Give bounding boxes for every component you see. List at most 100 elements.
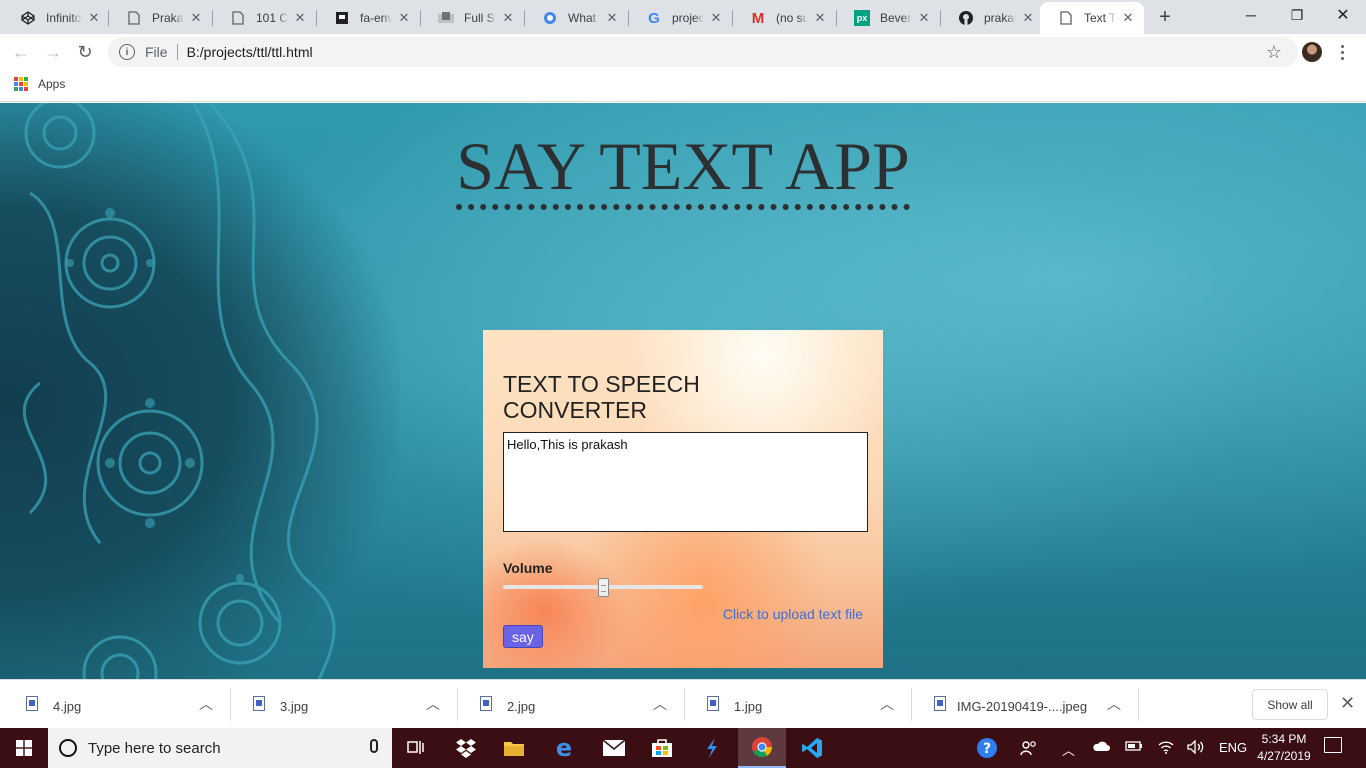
volume-slider-thumb[interactable]	[597, 578, 609, 597]
tab-gmail[interactable]: M (no sub ✕	[732, 2, 836, 34]
apps-grid-icon	[14, 77, 28, 91]
app-title-text: SAY TEXT APP	[456, 128, 910, 210]
page-title: SAY TEXT APP	[0, 127, 1366, 210]
new-tab-button[interactable]: +	[1152, 4, 1178, 30]
close-icon[interactable]: ✕	[1120, 10, 1136, 26]
close-icon[interactable]: ✕	[86, 10, 102, 26]
close-icon[interactable]: ✕	[1020, 10, 1036, 26]
svg-text:?: ?	[983, 741, 991, 757]
reload-button[interactable]: ↻	[71, 38, 99, 66]
taskbar-search-input[interactable]: Type here to search	[48, 728, 392, 768]
close-icon[interactable]: ✕	[916, 10, 932, 26]
chrome-icon[interactable]	[738, 728, 786, 768]
download-filename: IMG-20190419-....jpeg	[957, 699, 1088, 714]
browser-toolbar: ← → ↻ i File B:/projects/ttl/ttl.html ☆	[0, 34, 1366, 70]
forward-button[interactable]: →	[39, 38, 67, 66]
maximize-button[interactable]: ❐	[1274, 0, 1320, 30]
apps-bookmark[interactable]: Apps	[14, 77, 65, 91]
window-close-button[interactable]: ✕	[1320, 0, 1366, 30]
avatar[interactable]	[1302, 42, 1322, 62]
tab-project[interactable]: G project ✕	[628, 2, 732, 34]
close-icon[interactable]: ✕	[812, 10, 828, 26]
task-view-icon[interactable]	[392, 728, 440, 768]
tab-fa-envelope[interactable]: fa-enve ✕	[316, 2, 420, 34]
tab-title: fa-enve	[360, 11, 392, 25]
close-icon[interactable]: ✕	[188, 10, 204, 26]
microphone-icon[interactable]	[370, 739, 378, 753]
onedrive-icon[interactable]	[1092, 740, 1110, 755]
sourcetree-icon[interactable]	[688, 728, 736, 768]
tab-title: project	[672, 11, 704, 25]
chevron-up-icon[interactable]: ︿	[426, 694, 440, 714]
star-icon[interactable]: ☆	[1266, 42, 1282, 63]
close-icon[interactable]: ✕	[396, 10, 412, 26]
close-icon[interactable]: ✕	[292, 10, 308, 26]
tab-prakash[interactable]: Prakash ✕	[108, 2, 212, 34]
tab-title: Text To	[1084, 11, 1116, 25]
volume-icon[interactable]	[1187, 739, 1205, 757]
url-scheme: File	[145, 44, 168, 60]
close-icon[interactable]: ✕	[708, 10, 724, 26]
tab-title: Full Sta	[464, 11, 496, 25]
say-button[interactable]: say	[503, 625, 543, 648]
input-language[interactable]: ENG	[1219, 740, 1247, 755]
minimize-button[interactable]: ─	[1228, 0, 1274, 30]
tab-text-to-speech[interactable]: Text To ✕	[1040, 2, 1144, 34]
circle-icon	[542, 10, 558, 26]
image-file-icon	[480, 696, 492, 711]
wifi-icon[interactable]	[1157, 740, 1175, 757]
dropbox-icon[interactable]	[442, 728, 490, 768]
divider	[1138, 688, 1139, 721]
tab-full-stack[interactable]: Full Sta ✕	[420, 2, 524, 34]
tab-what-a[interactable]: What a ✕	[524, 2, 628, 34]
help-icon[interactable]: ?	[976, 737, 998, 762]
vscode-icon[interactable]	[788, 728, 836, 768]
store-icon[interactable]	[638, 728, 686, 768]
download-item[interactable]: IMG-20190419-....jpeg ︿	[912, 680, 1139, 729]
volume-label: Volume	[503, 560, 553, 576]
mail-icon[interactable]	[590, 728, 638, 768]
windows-start-icon[interactable]	[0, 728, 48, 768]
search-placeholder: Type here to search	[88, 739, 221, 757]
download-item[interactable]: 4.jpg ︿	[4, 680, 231, 729]
tab-title: What a	[568, 11, 600, 25]
close-icon[interactable]: ✕	[500, 10, 516, 26]
upload-text-file-link[interactable]: Click to upload text file	[723, 606, 863, 622]
download-item[interactable]: 3.jpg ︿	[231, 680, 458, 729]
chevron-up-icon[interactable]: ︿	[199, 694, 213, 714]
page-icon	[126, 10, 142, 26]
bookmarks-bar: Apps	[0, 70, 1366, 102]
gmail-icon: M	[751, 9, 765, 27]
info-icon[interactable]: i	[119, 44, 135, 60]
chevron-up-icon[interactable]: ︿	[653, 694, 667, 714]
download-item[interactable]: 1.jpg ︿	[685, 680, 912, 729]
battery-icon[interactable]	[1125, 740, 1143, 755]
url-text[interactable]: B:/projects/ttl/ttl.html	[187, 44, 313, 60]
back-button[interactable]: ←	[7, 38, 35, 66]
system-clock[interactable]: 5:34 PM 4/27/2019	[1246, 731, 1322, 765]
download-item[interactable]: 2.jpg ︿	[458, 680, 685, 729]
file-explorer-icon[interactable]	[490, 728, 538, 768]
show-all-button[interactable]: Show all	[1252, 689, 1328, 720]
close-icon[interactable]: ✕	[1340, 693, 1355, 714]
tab-101-cat[interactable]: 101 Cat ✕	[212, 2, 316, 34]
speech-text-input[interactable]: Hello,This is prakash	[503, 432, 868, 532]
close-icon[interactable]: ✕	[604, 10, 620, 26]
more-menu-icon[interactable]	[1338, 40, 1346, 64]
chevron-up-icon[interactable]: ︿	[880, 694, 894, 714]
chevron-up-icon[interactable]: ︿	[1062, 740, 1075, 759]
tab-github[interactable]: prakash ✕	[940, 2, 1044, 34]
image-file-icon	[934, 696, 946, 711]
tab-title: Infinito	[46, 11, 82, 25]
image-file-icon	[707, 696, 719, 711]
page-icon	[230, 10, 246, 26]
tab-infinito[interactable]: Infinito ✕	[2, 2, 110, 34]
chevron-up-icon[interactable]: ︿	[1107, 694, 1121, 714]
tab-beverage[interactable]: px Beverag ✕	[836, 2, 940, 34]
google-icon: G	[648, 9, 660, 27]
people-icon[interactable]	[1020, 740, 1038, 759]
tab-title: Prakash	[152, 11, 184, 25]
address-bar[interactable]: i File B:/projects/ttl/ttl.html ☆	[108, 37, 1298, 67]
edge-icon[interactable]: e	[540, 728, 588, 768]
notification-icon[interactable]	[1324, 737, 1342, 753]
